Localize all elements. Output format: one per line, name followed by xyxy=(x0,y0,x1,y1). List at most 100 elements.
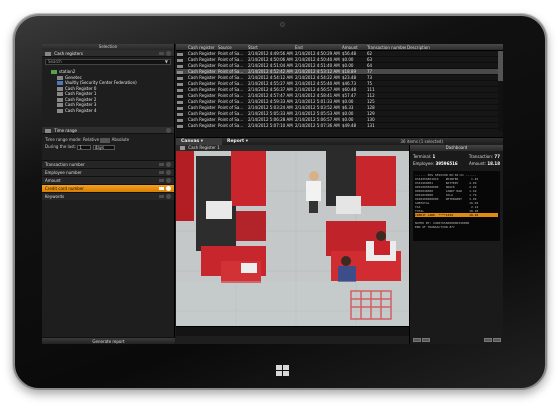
table-cell: 2/14/2012 5:05:53 AM xyxy=(295,111,340,116)
col-amount[interactable]: Amount xyxy=(341,44,366,50)
mode-toggle[interactable] xyxy=(100,137,111,143)
search-placeholder: Search xyxy=(48,59,62,64)
table-cell: $0.00 xyxy=(342,111,354,116)
scrollbar-thumb[interactable] xyxy=(498,51,503,81)
table-header: Cash register Source Start End Amount Tr… xyxy=(176,44,503,51)
register-icon xyxy=(176,51,187,56)
video-controls-bar[interactable] xyxy=(176,326,409,336)
table-cell: 2/14/2012 5:05:33 AM xyxy=(248,111,293,116)
table-cell: $6.33 xyxy=(342,105,354,110)
toggle-icon[interactable] xyxy=(166,162,171,167)
receipt-line: END OF TRANSACTION #77 xyxy=(415,225,455,229)
table-cell: 75 xyxy=(367,81,373,86)
settings-icon[interactable] xyxy=(166,51,171,56)
col-description[interactable]: Description xyxy=(406,44,503,50)
table-cell: Point of Sa... xyxy=(218,93,244,98)
tree-item-register-4[interactable]: Cash Register 4 xyxy=(48,108,174,114)
camera-icon xyxy=(280,22,285,27)
toggle-icon[interactable] xyxy=(159,52,164,55)
mode-absolute-option[interactable]: Absolute xyxy=(112,137,129,142)
table-cell: Cash Register 1 xyxy=(188,63,217,68)
table-cell: $56.48 xyxy=(342,51,356,56)
time-range-options: Time range mode: Relative Absolute Durin… xyxy=(45,137,130,150)
table-cell: Cash Register 1 xyxy=(188,93,217,98)
table-cell: Point of Sa... xyxy=(218,99,244,104)
table-row[interactable]: Cash Register 1 Point of Sa... 2/14/2012 5… xyxy=(176,123,503,129)
table-cell: 2/14/2012 5:03:52 AM xyxy=(295,105,340,110)
register-icon xyxy=(176,93,187,98)
table-cell: 131 xyxy=(367,123,375,128)
prev-button[interactable] xyxy=(413,337,421,342)
search-input[interactable]: Search ▼ xyxy=(45,59,171,65)
filter-transaction-number[interactable]: Transaction number xyxy=(42,160,174,168)
table-cell: 73 xyxy=(367,75,373,80)
next-button[interactable] xyxy=(422,337,431,342)
collapse-icon[interactable] xyxy=(159,187,164,190)
generate-report-button[interactable]: Generate report xyxy=(42,337,175,344)
table-cell: 2/14/2012 5:06:28 AM xyxy=(248,117,293,122)
toggle-icon[interactable] xyxy=(166,194,171,199)
table-cell xyxy=(406,87,503,92)
col-source[interactable]: Source xyxy=(217,44,247,50)
windows-home-button[interactable] xyxy=(271,362,293,378)
collapse-icon[interactable] xyxy=(159,179,164,182)
transaction-value: 77 xyxy=(494,154,500,159)
table-cell xyxy=(406,75,503,80)
register-icon xyxy=(176,69,187,74)
folder-icon xyxy=(57,75,63,80)
filter-funnel-icon[interactable]: ▼ xyxy=(165,60,168,64)
dashboard-stats: Terminal: 1 Transaction: 77 Employee: 39… xyxy=(413,154,500,166)
filter-employee-number[interactable]: Employee number xyxy=(42,168,174,176)
table-cell: 2/14/2012 4:50:40 AM xyxy=(295,57,340,62)
register-icon xyxy=(176,117,187,122)
col-cash-register[interactable]: Cash register xyxy=(187,44,217,50)
section-title: Cash registers xyxy=(54,51,83,56)
table-cell: $49.48 xyxy=(342,123,356,128)
video-feed[interactable] xyxy=(176,151,409,326)
col-start[interactable]: Start xyxy=(247,44,294,50)
table-cell: 2/14/2012 4:49:56 AM xyxy=(248,51,293,56)
employee-value: 39596516 xyxy=(435,161,458,166)
table-scrollbar[interactable] xyxy=(498,51,503,131)
video-tile-label: Cash Register 1 xyxy=(188,145,220,150)
table-cell: Point of Sa... xyxy=(218,117,244,122)
table-cell: 2/14/2012 4:51:40 AM xyxy=(295,63,340,68)
mode-relative-option[interactable]: Relative xyxy=(83,137,99,142)
unit-select[interactable]: days xyxy=(92,144,115,150)
time-range-section[interactable]: Time range xyxy=(42,127,174,134)
table-cell xyxy=(406,123,503,128)
col-end[interactable]: End xyxy=(294,44,341,50)
print-button[interactable] xyxy=(493,337,501,342)
table-cell: 64 xyxy=(367,63,373,68)
dashboard-footer xyxy=(410,336,503,344)
collapse-icon[interactable] xyxy=(159,171,164,174)
toggle-icon[interactable] xyxy=(166,178,171,183)
collapse-icon[interactable] xyxy=(159,163,164,166)
table-body: Cash Register 1 Point of Sa... 2/14/2012 4… xyxy=(176,51,503,129)
table-cell: Cash Register 1 xyxy=(188,75,217,80)
filter-credit-card-number[interactable]: Credit card number xyxy=(42,184,174,192)
toggle-icon[interactable] xyxy=(166,170,171,175)
windows-logo-icon xyxy=(275,364,289,376)
table-cell: Point of Sa... xyxy=(218,105,244,110)
toggle-icon[interactable] xyxy=(166,128,171,133)
filter-keywords[interactable]: Keywords xyxy=(42,192,174,200)
export-button[interactable] xyxy=(483,337,492,342)
col-transaction-number[interactable]: Transaction number xyxy=(366,44,406,50)
table-cell: $0.00 xyxy=(342,99,354,104)
table-cell: 77 xyxy=(367,69,373,74)
toggle-icon[interactable] xyxy=(166,186,171,191)
filter-amount[interactable]: Amount xyxy=(42,176,174,184)
register-icon xyxy=(176,111,187,116)
federation-icon xyxy=(57,81,63,85)
table-cell: 2/14/2012 4:56:37 AM xyxy=(248,87,293,92)
table-cell: Point of Sa... xyxy=(218,111,244,116)
table-cell: Point of Sa... xyxy=(218,87,244,92)
during-value-input[interactable]: 1 xyxy=(77,144,92,150)
table-cell xyxy=(406,117,503,122)
table-cell: 2/14/2012 5:01:33 AM xyxy=(295,99,340,104)
terminal-value: 1 xyxy=(432,154,436,159)
collapse-icon[interactable] xyxy=(159,195,164,198)
table-cell: Cash Register 1 xyxy=(188,87,217,92)
cash-registers-section[interactable]: Cash registers xyxy=(42,50,174,57)
